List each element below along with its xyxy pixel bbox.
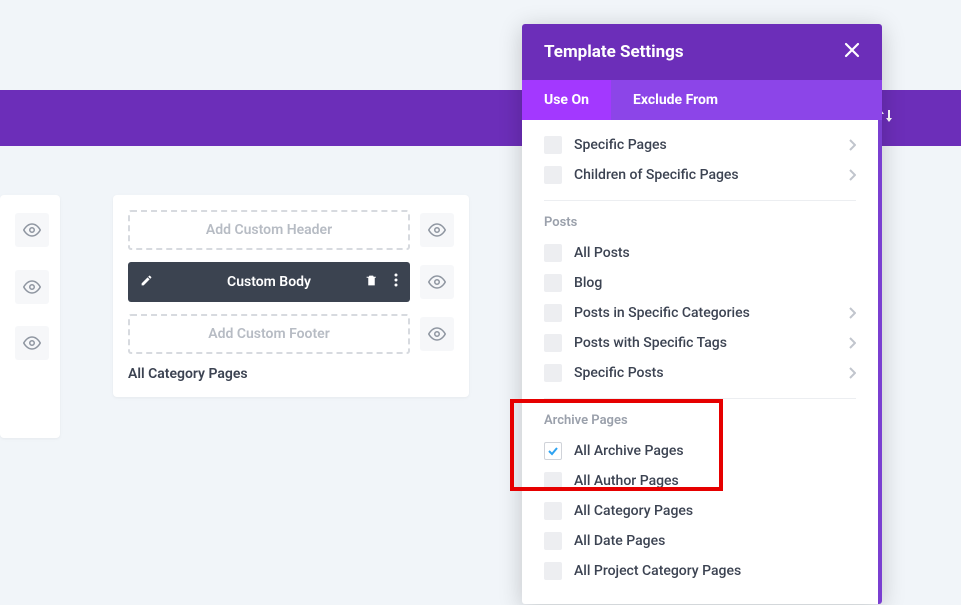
chevron-right-icon: [848, 304, 856, 323]
section-posts-label: Posts: [522, 201, 878, 238]
checkbox-icon[interactable]: [544, 274, 562, 292]
item-all-date-pages[interactable]: All Date Pages: [522, 526, 878, 556]
checkbox-icon[interactable]: [544, 244, 562, 262]
item-label: Posts with Specific Tags: [574, 335, 727, 351]
checkbox-icon[interactable]: [544, 304, 562, 322]
template-builder-card: Add Custom Header Custom Body Add Custom…: [113, 195, 469, 397]
checkbox-icon[interactable]: [544, 472, 562, 490]
item-posts-categories[interactable]: Posts in Specific Categories: [522, 298, 878, 328]
item-label: Children of Specific Pages: [574, 167, 739, 183]
eye-button-frag-2[interactable]: [15, 270, 49, 304]
template-settings-panel: Template Settings Use On Exclude From Sp…: [522, 24, 882, 604]
item-specific-posts[interactable]: Specific Posts: [522, 358, 878, 388]
chevron-right-icon: [848, 166, 856, 185]
checkbox-icon[interactable]: [544, 166, 562, 184]
checkbox-icon[interactable]: [544, 502, 562, 520]
item-label: Specific Posts: [574, 365, 664, 381]
row-footer: Add Custom Footer: [128, 314, 454, 354]
chevron-right-icon: [848, 364, 856, 383]
item-specific-pages[interactable]: Specific Pages: [522, 130, 878, 160]
checkbox-icon[interactable]: [544, 532, 562, 550]
item-all-archive-pages[interactable]: All Archive Pages: [522, 436, 878, 466]
header-preview-button[interactable]: [420, 213, 454, 247]
item-children-pages[interactable]: Children of Specific Pages: [522, 160, 878, 190]
row-header: Add Custom Header: [128, 210, 454, 250]
add-custom-header-button[interactable]: Add Custom Header: [128, 210, 410, 250]
item-all-category-pages[interactable]: All Category Pages: [522, 496, 878, 526]
add-custom-footer-label: Add Custom Footer: [208, 326, 330, 342]
row-body: Custom Body: [128, 262, 454, 302]
item-blog[interactable]: Blog: [522, 268, 878, 298]
add-custom-footer-button[interactable]: Add Custom Footer: [128, 314, 410, 354]
close-button[interactable]: [844, 42, 860, 63]
pencil-icon: [140, 274, 153, 291]
checkbox-icon[interactable]: [544, 136, 562, 154]
settings-tabs: Use On Exclude From: [522, 80, 882, 120]
checkbox-icon[interactable]: [544, 334, 562, 352]
custom-body-button[interactable]: Custom Body: [128, 262, 410, 302]
eye-button-frag-3[interactable]: [15, 326, 49, 360]
more-icon[interactable]: [394, 273, 398, 291]
settings-body[interactable]: Specific Pages Children of Specific Page…: [522, 120, 882, 604]
section-archive-label: Archive Pages: [522, 399, 878, 436]
add-custom-header-label: Add Custom Header: [206, 222, 332, 238]
item-label: All Author Pages: [574, 473, 679, 489]
footer-preview-button[interactable]: [420, 317, 454, 351]
item-label: All Date Pages: [574, 533, 665, 549]
item-all-author-pages[interactable]: All Author Pages: [522, 466, 878, 496]
checkbox-icon[interactable]: [544, 562, 562, 580]
template-assignment-label: All Category Pages: [128, 366, 454, 382]
trash-icon[interactable]: [365, 274, 378, 291]
item-label: All Archive Pages: [574, 443, 684, 459]
chevron-right-icon: [848, 334, 856, 353]
item-label: Blog: [574, 275, 602, 291]
item-posts-tags[interactable]: Posts with Specific Tags: [522, 328, 878, 358]
item-label: All Category Pages: [574, 503, 693, 519]
checkbox-checked-icon[interactable]: [544, 442, 562, 460]
item-label: All Project Category Pages: [574, 563, 741, 579]
eye-button-frag-1[interactable]: [15, 213, 49, 247]
checkbox-icon[interactable]: [544, 364, 562, 382]
tab-exclude-from-label: Exclude From: [633, 92, 718, 108]
chevron-right-icon: [848, 136, 856, 155]
item-all-project-category-pages[interactable]: All Project Category Pages: [522, 556, 878, 586]
body-preview-button[interactable]: [420, 265, 454, 299]
tab-use-on-label: Use On: [544, 92, 589, 108]
item-label: Specific Pages: [574, 137, 667, 153]
tab-use-on[interactable]: Use On: [522, 80, 611, 120]
item-label: Posts in Specific Categories: [574, 305, 750, 321]
item-label: All Posts: [574, 245, 630, 261]
settings-title: Template Settings: [544, 42, 684, 62]
item-all-posts[interactable]: All Posts: [522, 238, 878, 268]
tab-exclude-from[interactable]: Exclude From: [611, 80, 740, 120]
settings-header: Template Settings: [522, 24, 882, 80]
